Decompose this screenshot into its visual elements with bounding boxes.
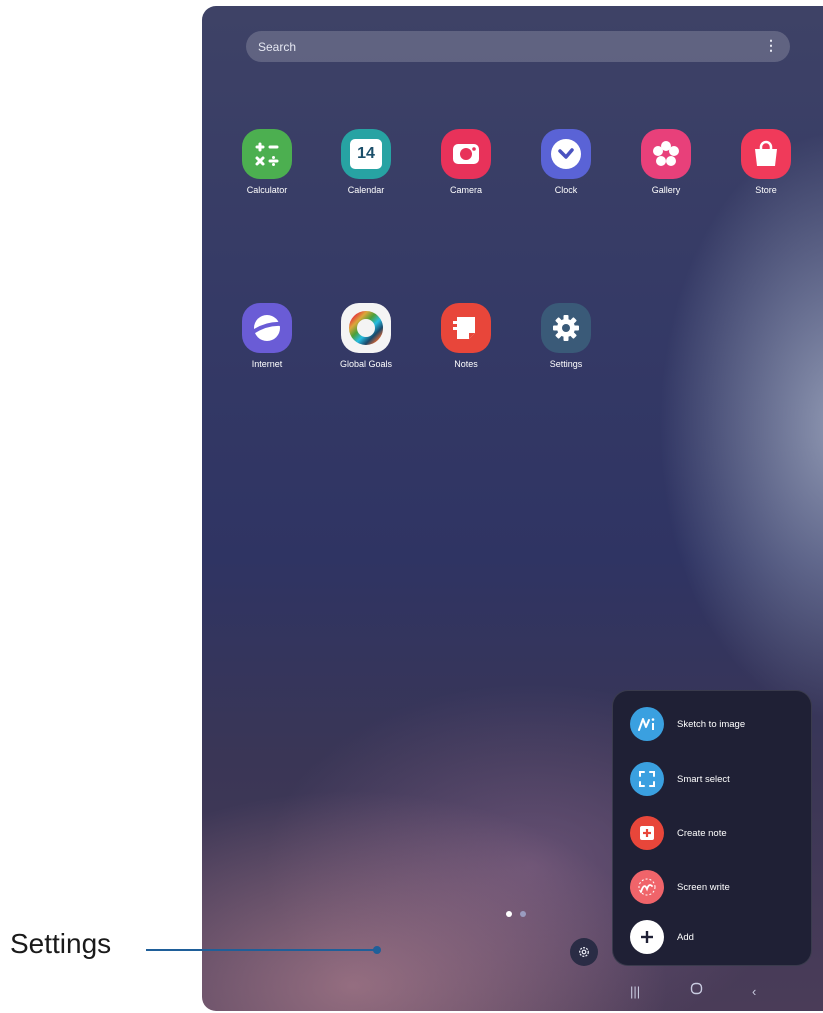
back-icon[interactable]: ‹: [752, 984, 756, 999]
settings-gear-icon: [541, 303, 591, 353]
panel-item-add[interactable]: Add: [630, 920, 694, 954]
app-internet[interactable]: Internet: [227, 303, 307, 369]
calendar-date-badge: 14: [350, 139, 382, 169]
screen-write-icon: [630, 870, 664, 904]
app-calculator[interactable]: Calculator: [227, 129, 307, 195]
search-placeholder: Search: [258, 39, 297, 54]
global-goals-wheel-icon: [341, 303, 391, 353]
app-store[interactable]: Store: [726, 129, 806, 195]
app-camera[interactable]: Camera: [426, 129, 506, 195]
app-label: Internet: [251, 359, 283, 369]
panel-item-label: Sketch to image: [677, 718, 746, 730]
panel-item-screen-write[interactable]: Screen write: [630, 870, 730, 904]
panel-item-label: Add: [677, 931, 694, 943]
tablet-screen: Search ⋮ Calculator 14 Calendar Camera C…: [202, 6, 823, 1011]
clock-icon: [541, 129, 591, 179]
panel-item-label: Create note: [677, 827, 727, 839]
app-global-goals[interactable]: Global Goals: [326, 303, 406, 369]
air-command-panel: Sketch to image Smart select Create note…: [612, 690, 812, 966]
sketch-to-image-icon: [630, 707, 664, 741]
panel-item-label: Smart select: [677, 773, 730, 785]
app-clock[interactable]: Clock: [526, 129, 606, 195]
app-label: Global Goals: [339, 359, 393, 369]
create-note-icon: [630, 816, 664, 850]
page-dot[interactable]: [520, 911, 526, 917]
panel-item-sketch-to-image[interactable]: Sketch to image: [630, 707, 745, 741]
app-calendar[interactable]: 14 Calendar: [326, 129, 406, 195]
app-label: Calculator: [246, 185, 288, 195]
app-label: Notes: [454, 359, 478, 369]
callout-pointer-dot: [373, 946, 381, 954]
calendar-icon: 14: [341, 129, 391, 179]
home-icon[interactable]: [690, 982, 703, 998]
app-label: Calendar: [347, 185, 385, 195]
app-label: Settings: [549, 359, 583, 369]
calculator-icon: [242, 129, 292, 179]
recent-apps-icon[interactable]: |||: [630, 984, 640, 999]
camera-icon: [441, 129, 491, 179]
app-label: Camera: [449, 185, 482, 195]
app-gallery[interactable]: Gallery: [626, 129, 706, 195]
page-dot-active[interactable]: [506, 911, 512, 917]
smart-select-icon: [630, 762, 664, 796]
navigation-bar: ||| ‹: [202, 976, 823, 1006]
app-label: Gallery: [651, 185, 681, 195]
gallery-icon: [641, 129, 691, 179]
notes-icon: [441, 303, 491, 353]
app-label: Clock: [554, 185, 578, 195]
app-notes[interactable]: Notes: [426, 303, 506, 369]
add-plus-icon: [630, 920, 664, 954]
panel-item-smart-select[interactable]: Smart select: [630, 762, 730, 796]
settings-gear-icon: [579, 947, 589, 957]
search-bar[interactable]: Search ⋮: [246, 31, 790, 62]
page-indicator: [506, 904, 534, 922]
more-options-icon[interactable]: ⋮: [764, 37, 778, 54]
panel-item-label: Screen write: [677, 881, 730, 893]
callout-label: Settings: [10, 928, 112, 959]
internet-planet-icon: [242, 303, 292, 353]
air-command-settings-button[interactable]: [570, 938, 598, 966]
app-settings[interactable]: Settings: [526, 303, 606, 369]
callout-line: [146, 949, 376, 951]
panel-item-create-note[interactable]: Create note: [630, 816, 727, 850]
app-label: Store: [755, 185, 777, 195]
store-bag-icon: [741, 129, 791, 179]
